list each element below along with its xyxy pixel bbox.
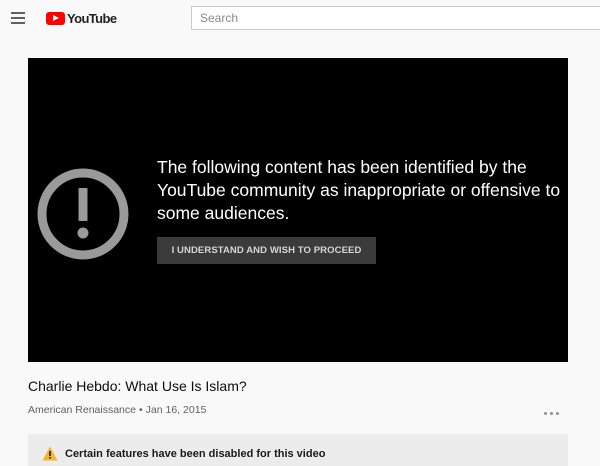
video-meta: American Renaissance • Jan 16, 2015 bbox=[28, 404, 206, 416]
more-horizontal-icon[interactable] bbox=[543, 406, 561, 420]
upload-date: Jan 16, 2015 bbox=[145, 404, 207, 416]
meta-separator: • bbox=[138, 404, 143, 416]
content-warning-message: The following content has been identifie… bbox=[157, 157, 561, 223]
page: YouTube The following content has been i… bbox=[0, 0, 600, 466]
notice-text: Certain features have been disabled for … bbox=[65, 448, 326, 460]
proceed-button[interactable]: I UNDERSTAND AND WISH TO PROCEED bbox=[157, 237, 376, 264]
channel-link[interactable]: American Renaissance bbox=[28, 404, 136, 416]
warning-triangle-icon bbox=[42, 446, 58, 461]
youtube-logo[interactable]: YouTube bbox=[46, 10, 117, 26]
video-player[interactable]: The following content has been identifie… bbox=[28, 58, 568, 362]
exclamation-circle-icon bbox=[37, 168, 129, 260]
menu-icon[interactable] bbox=[11, 12, 25, 24]
logo-text: YouTube bbox=[67, 10, 117, 26]
video-title: Charlie Hebdo: What Use Is Islam? bbox=[28, 378, 247, 394]
search-input[interactable] bbox=[191, 6, 600, 30]
disabled-features-notice: Certain features have been disabled for … bbox=[28, 434, 568, 466]
youtube-play-icon bbox=[46, 11, 65, 25]
masthead: YouTube bbox=[0, 0, 600, 36]
